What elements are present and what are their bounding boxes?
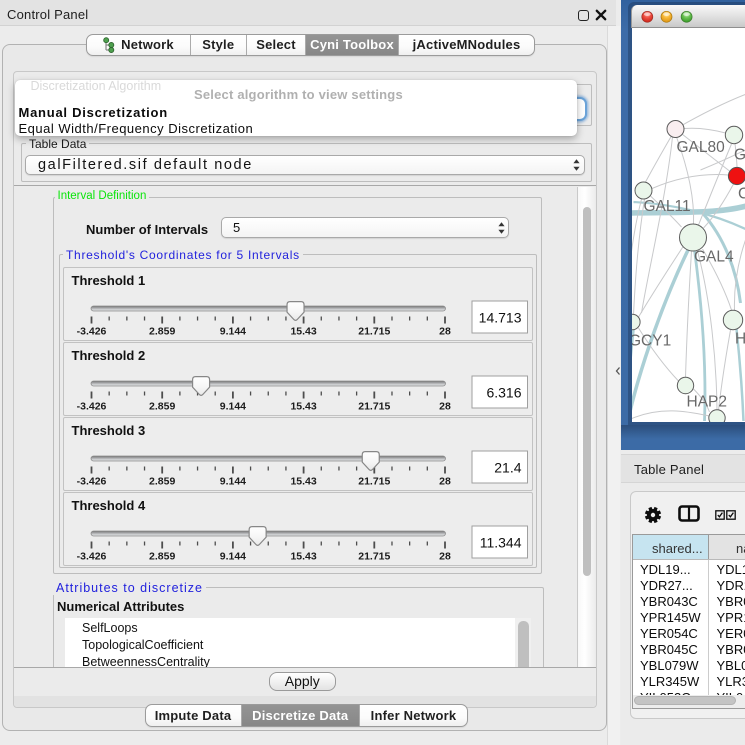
svg-text:15.43: 15.43: [290, 326, 316, 338]
svg-text:‑3.426: ‑3.426: [76, 476, 106, 488]
svg-text:‑3.426: ‑3.426: [76, 401, 106, 413]
svg-text:2.859: 2.859: [149, 401, 175, 413]
svg-text:‑3.426: ‑3.426: [76, 551, 106, 563]
svg-text:15.43: 15.43: [290, 551, 316, 563]
svg-text:28: 28: [439, 551, 451, 563]
svg-text:GCY1: GCY1: [632, 333, 671, 350]
svg-text:28: 28: [439, 326, 451, 338]
svg-text:2.859: 2.859: [149, 326, 175, 338]
svg-text:GAL11: GAL11: [643, 198, 690, 215]
svg-text:H: H: [735, 331, 745, 348]
svg-text:9.144: 9.144: [219, 476, 245, 488]
svg-text:Threshold 1: Threshold 1: [71, 273, 145, 288]
svg-text:21.715: 21.715: [358, 326, 390, 338]
svg-text:21.715: 21.715: [358, 476, 390, 488]
svg-text:14.713: 14.713: [478, 310, 521, 326]
svg-text:28: 28: [439, 476, 451, 488]
svg-text:Threshold 3: Threshold 3: [71, 423, 145, 438]
svg-text:HAP2: HAP2: [686, 394, 727, 411]
svg-text:‑3.426: ‑3.426: [76, 326, 106, 338]
svg-text:21.715: 21.715: [358, 401, 390, 413]
svg-text:2.859: 2.859: [149, 551, 175, 563]
svg-text:2.859: 2.859: [149, 476, 175, 488]
svg-text:9.144: 9.144: [219, 326, 245, 338]
svg-text:GA: GA: [734, 147, 745, 164]
svg-text:11.344: 11.344: [479, 535, 521, 551]
svg-text:28: 28: [439, 401, 451, 413]
svg-text:C: C: [738, 186, 745, 203]
svg-text:15.43: 15.43: [290, 401, 316, 413]
svg-text:9.144: 9.144: [219, 551, 245, 563]
svg-text:9.144: 9.144: [219, 401, 245, 413]
svg-text:GAL4: GAL4: [694, 249, 734, 266]
svg-text:6.316: 6.316: [486, 385, 521, 401]
svg-text:Threshold 2: Threshold 2: [71, 348, 145, 363]
svg-text:21.4: 21.4: [494, 460, 521, 476]
svg-text:GAL80: GAL80: [676, 139, 725, 156]
svg-text:15.43: 15.43: [290, 476, 316, 488]
svg-text:21.715: 21.715: [358, 551, 390, 563]
svg-text:Threshold 4: Threshold 4: [71, 498, 145, 513]
